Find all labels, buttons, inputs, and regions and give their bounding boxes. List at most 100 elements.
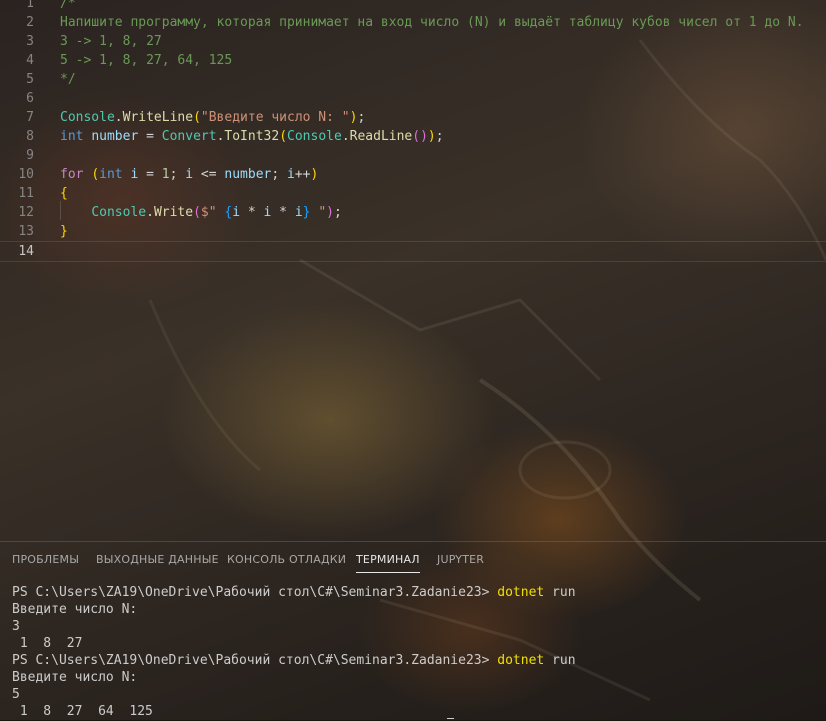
code-token: Write <box>153 205 194 220</box>
code-line[interactable]: 1 /* <box>0 0 826 13</box>
code-token: Console <box>60 110 115 125</box>
code-token: Напишите программу, которая принимает на… <box>60 15 804 30</box>
code-token: int <box>60 129 84 144</box>
code-token: i <box>232 205 241 220</box>
code-token: . <box>341 129 350 144</box>
terminal-cursor <box>447 718 454 719</box>
code-token: * <box>240 205 264 220</box>
tab-output[interactable]: ВЫХОДНЫЕ ДАННЫЕ <box>96 553 219 566</box>
code-line[interactable]: 2 Напишите программу, которая принимает н… <box>0 13 826 32</box>
code-line[interactable]: 4 5 -> 1, 8, 27, 64, 125 <box>0 51 826 70</box>
code-editor[interactable]: 1 /* 2 Напишите программу, которая принимае… <box>0 0 826 262</box>
line-number: 7 <box>26 110 34 125</box>
code-token: . <box>146 205 154 220</box>
code-token: "Введите число N: " <box>200 110 350 125</box>
terminal-output-line: Введите число N: <box>12 670 138 685</box>
code-line[interactable]: 3 3 -> 1, 8, 27 <box>0 32 826 51</box>
line-number: 1 <box>26 0 34 11</box>
code-text: Console.WriteLine("Введите число N: "); <box>60 108 365 127</box>
code-line[interactable]: 6 <box>0 89 826 108</box>
terminal-prompt-line: PS C:\Users\ZA19\OneDrive\Рабочий стол\C… <box>12 584 576 601</box>
code-text: /* <box>60 0 76 13</box>
terminal-prompt: PS C:\Users\ZA19\OneDrive\Рабочий стол\C… <box>12 585 498 600</box>
code-line[interactable]: 5 */ <box>0 70 826 89</box>
code-token: ; <box>169 167 186 182</box>
code-token: } <box>302 205 311 220</box>
terminal-command: dotnet <box>497 653 545 668</box>
code-token: /* <box>60 0 76 11</box>
terminal-command: dotnet <box>497 585 545 600</box>
code-token: ( <box>91 167 100 182</box>
code-token: = <box>138 129 162 144</box>
tab-jupyter[interactable]: JUPYTER <box>437 553 484 566</box>
code-token: ( <box>279 129 288 144</box>
code-token: 1 <box>161 167 170 182</box>
code-text: */ <box>60 70 76 89</box>
code-token: Console <box>287 129 342 144</box>
tab-problems[interactable]: ПРОБЛЕМЫ <box>12 553 79 566</box>
code-token: i <box>287 167 295 182</box>
code-token: = <box>138 167 162 182</box>
code-token: Console <box>91 205 147 220</box>
code-text: Console.Write($" {i * i * i} "); <box>60 203 342 222</box>
code-token: ToInt32 <box>224 129 280 144</box>
terminal-prompt: PS C:\Users\ZA19\OneDrive\Рабочий стол\C… <box>12 653 498 668</box>
code-line[interactable]: 11 { <box>0 184 826 203</box>
tab-debug-console[interactable]: КОНСОЛЬ ОТЛАДКИ <box>227 553 346 566</box>
line-number: 5 <box>26 72 34 87</box>
line-number: 3 <box>26 34 34 49</box>
line-number: 9 <box>26 148 34 163</box>
terminal-command-args: run <box>544 585 576 600</box>
code-token: { <box>60 186 68 201</box>
code-token: ; <box>357 110 366 125</box>
code-line[interactable]: 8 int number = Convert.ToInt32(Console.Re… <box>0 127 826 146</box>
code-line[interactable]: 14 <box>0 241 826 262</box>
code-text: 5 -> 1, 8, 27, 64, 125 <box>60 51 232 70</box>
code-token: ++ <box>294 167 311 182</box>
code-text: } <box>60 222 68 241</box>
code-token: ) <box>326 205 334 220</box>
terminal-output-line: 1 8 27 64 125 <box>12 704 161 719</box>
tab-terminal[interactable]: ТЕРМИНАЛ <box>356 553 420 573</box>
terminal-output[interactable]: PS C:\Users\ZA19\OneDrive\Рабочий стол\C… <box>12 584 576 720</box>
code-token: ) <box>310 167 319 182</box>
code-token: } <box>60 224 68 239</box>
code-token: " <box>310 205 327 220</box>
line-number: 13 <box>18 224 34 239</box>
code-token: $" <box>200 205 225 220</box>
code-token: ReadLine <box>349 129 413 144</box>
code-line[interactable]: 12 Console.Write($" {i * i * i} "); <box>0 203 826 222</box>
code-token: i <box>294 205 303 220</box>
code-text: { <box>60 184 68 203</box>
code-token: ) <box>427 129 436 144</box>
line-number: 6 <box>26 91 34 106</box>
code-token: ( <box>193 205 201 220</box>
line-number: 2 <box>26 15 34 30</box>
code-token: <= <box>193 167 225 182</box>
code-token: 5 -> 1, 8, 27, 64, 125 <box>60 53 233 68</box>
code-token: number <box>224 167 272 182</box>
terminal-output-line: 1 8 27 <box>12 636 91 651</box>
code-line[interactable]: 10 for (int i = 1; i <= number; i++) <box>0 165 826 184</box>
code-text: int number = Convert.ToInt32(Console.Rea… <box>60 127 444 146</box>
code-token: ; <box>333 205 342 220</box>
line-number: 12 <box>18 205 34 220</box>
code-token: ( <box>193 110 201 125</box>
code-token: . <box>114 110 123 125</box>
code-line[interactable]: 9 <box>0 146 826 165</box>
terminal-command-args: run <box>544 653 576 668</box>
line-number: 4 <box>26 53 34 68</box>
terminal-output-line: Введите число N: <box>12 602 138 617</box>
panel-tab-bar: ПРОБЛЕМЫ ВЫХОДНЫЕ ДАННЫЕ КОНСОЛЬ ОТЛАДКИ ТЕ… <box>0 542 826 578</box>
code-token: ; <box>435 129 444 144</box>
code-token: Convert <box>161 129 217 144</box>
code-token: * <box>271 205 295 220</box>
code-text: 3 -> 1, 8, 27 <box>60 32 162 51</box>
code-line[interactable]: 7 Console.WriteLine("Введите число N: "); <box>0 108 826 127</box>
line-number: 14 <box>18 244 34 259</box>
code-line[interactable]: 13} <box>0 222 826 241</box>
code-token: () <box>412 129 428 144</box>
code-token: 3 -> 1, 8, 27 <box>60 34 162 49</box>
code-token: int <box>99 167 123 182</box>
